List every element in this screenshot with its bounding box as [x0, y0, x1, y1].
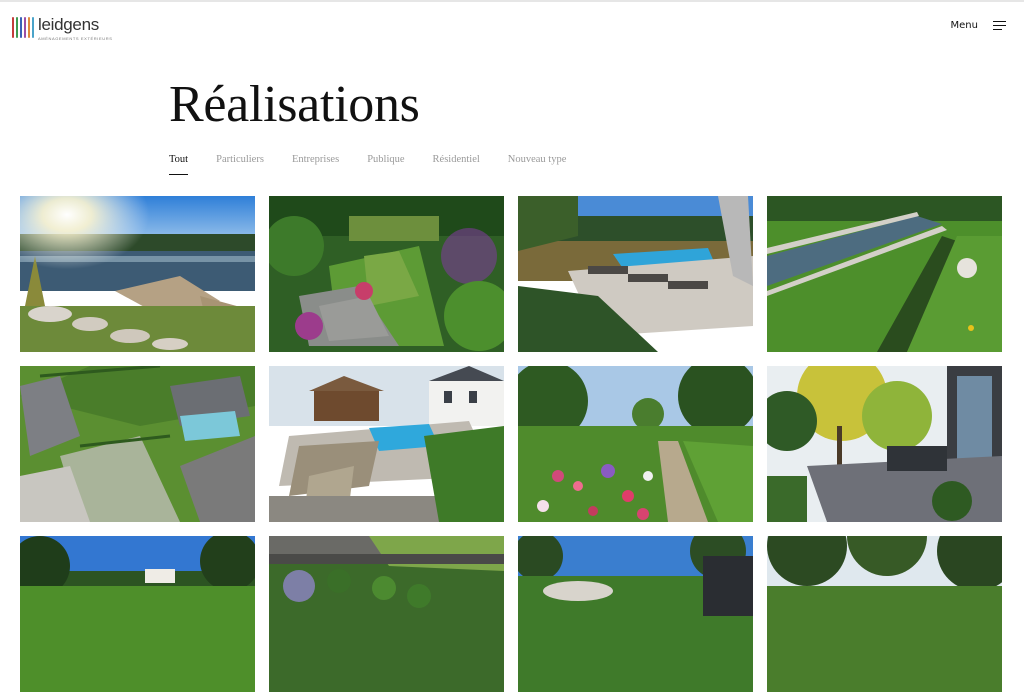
project-card[interactable] [20, 196, 255, 352]
logo-bar [16, 17, 18, 38]
logo-tagline: AMÉNAGEMENTS EXTÉRIEURS [38, 36, 113, 41]
brand-logo[interactable]: leidgens AMÉNAGEMENTS EXTÉRIEURS [12, 16, 112, 42]
project-card[interactable] [269, 196, 504, 352]
project-card[interactable] [767, 196, 1002, 352]
project-photo-tree-canopy [767, 536, 1002, 692]
project-photo-aerial-estate [20, 366, 255, 522]
project-card[interactable] [518, 196, 753, 352]
menu-button[interactable]: Menu [951, 20, 1006, 31]
project-card[interactable] [518, 366, 753, 522]
menu-label: Menu [950, 20, 978, 31]
project-card[interactable] [518, 536, 753, 692]
project-photo-lap-pool-lawn [767, 196, 1002, 352]
project-card[interactable] [269, 366, 504, 522]
logo-text: leidgens AMÉNAGEMENTS EXTÉRIEURS [38, 16, 112, 42]
project-photo-poolhouse [269, 366, 504, 522]
project-card[interactable] [269, 536, 504, 692]
logo-bar [32, 17, 34, 38]
filter-tout[interactable]: Tout [169, 154, 189, 175]
logo-bar [24, 17, 26, 38]
project-photo-courtyard-trees [767, 366, 1002, 522]
logo-bar [28, 17, 30, 38]
filter-entreprises[interactable]: Entreprises [292, 154, 339, 174]
hamburger-menu-icon[interactable] [993, 20, 1006, 31]
project-photo-walled-garden [269, 196, 504, 352]
project-photo-lake-garden [20, 196, 255, 352]
project-card[interactable] [767, 536, 1002, 692]
logo-wordmark: leidgens [38, 15, 99, 34]
site-header: leidgens AMÉNAGEMENTS EXTÉRIEURS Menu [0, 2, 1024, 54]
projects-grid [20, 196, 1002, 692]
project-photo-terraced-garden [269, 536, 504, 692]
project-photo-garden-umbrella [518, 536, 753, 692]
filter-publique[interactable]: Publique [367, 154, 404, 174]
logo-bar [20, 17, 22, 38]
filter-residentiel[interactable]: Résidentiel [433, 154, 480, 174]
project-photo-flower-border [518, 366, 753, 522]
logo-color-bars [12, 17, 34, 38]
project-card[interactable] [20, 366, 255, 522]
project-card[interactable] [767, 366, 1002, 522]
page-title: Réalisations [169, 76, 420, 133]
logo-bar [12, 17, 14, 38]
filter-nouveau-type[interactable]: Nouveau type [508, 154, 567, 174]
filter-particuliers[interactable]: Particuliers [216, 154, 264, 174]
project-photo-pool-loungers [518, 196, 753, 352]
category-filters: Tout Particuliers Entreprises Publique R… [169, 154, 594, 176]
project-photo-manor-lawn [20, 536, 255, 692]
project-card[interactable] [20, 536, 255, 692]
